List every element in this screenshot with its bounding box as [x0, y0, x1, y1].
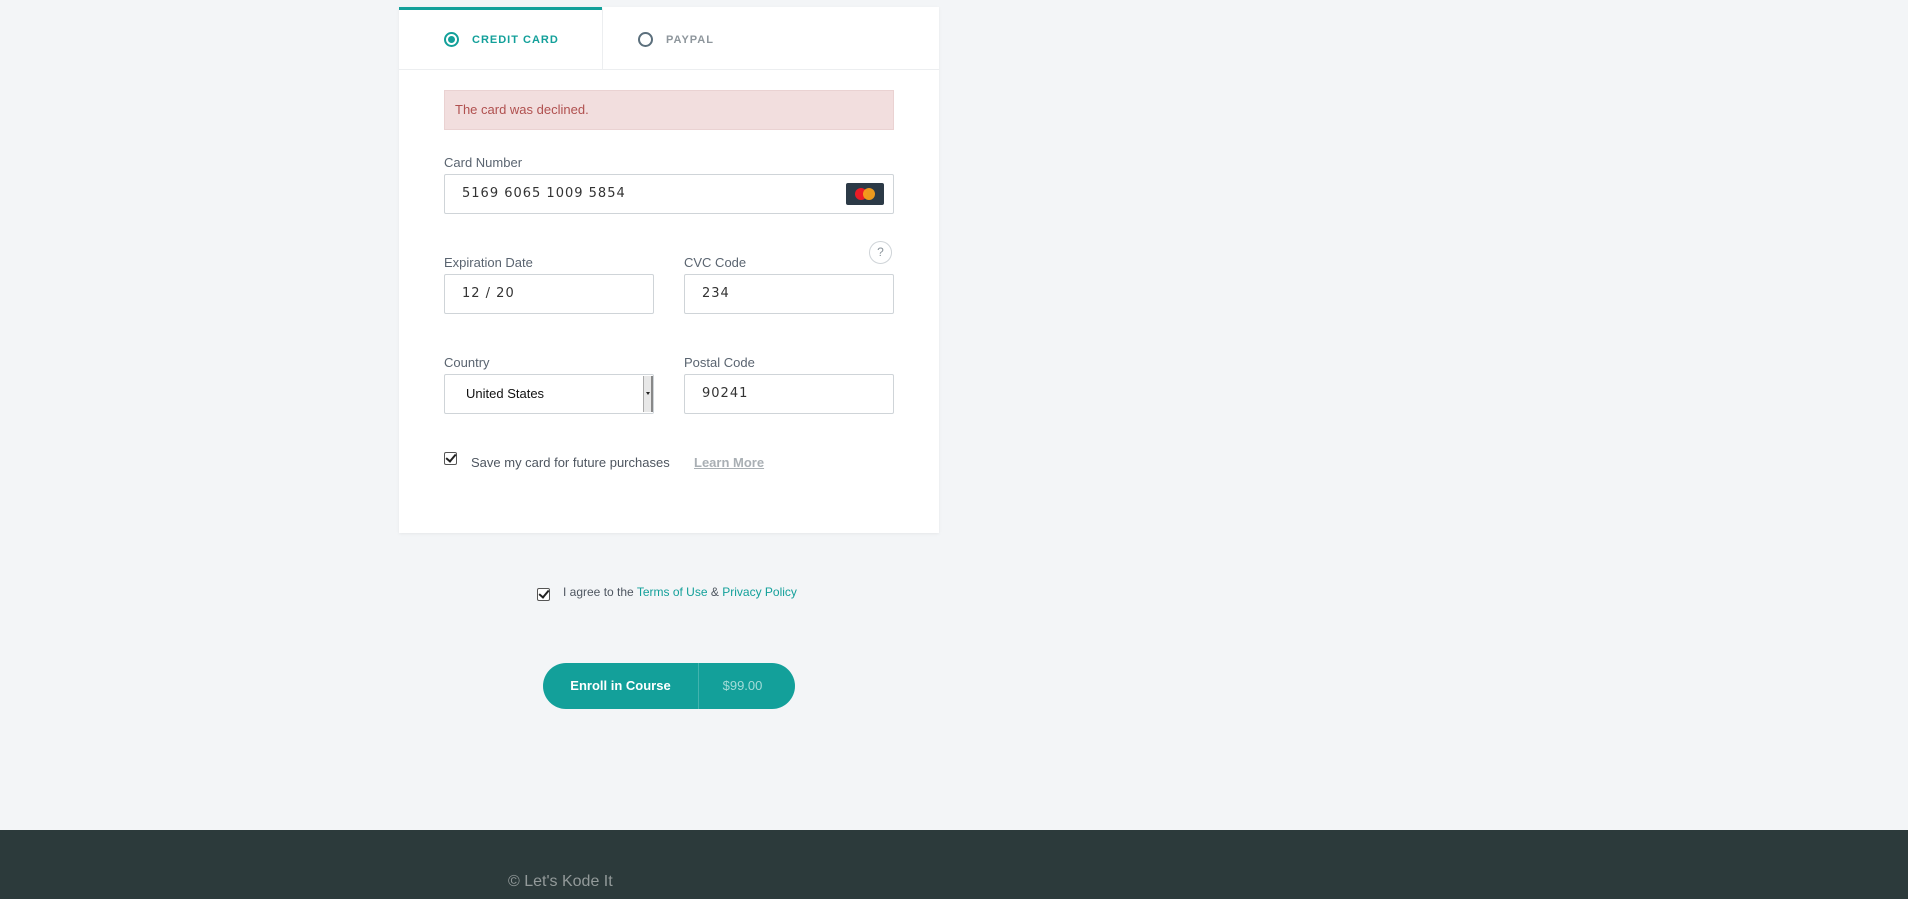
tab-credit-card-label: CREDIT CARD [472, 33, 559, 46]
save-card-label: Save my card for future purchases [471, 455, 670, 470]
agree-prefix: I agree to the [563, 585, 634, 599]
enroll-button[interactable]: Enroll in Course $99.00 [543, 663, 795, 709]
postal-code-value: 90241 [702, 386, 749, 401]
agree-terms-checkbox[interactable] [537, 588, 550, 601]
learn-more-link[interactable]: Learn More [694, 455, 764, 470]
card-declined-alert: The card was declined. [444, 90, 894, 130]
cvc-code-input[interactable]: 234 [684, 274, 894, 314]
cvc-code-label: CVC Code [684, 255, 747, 270]
copyright-text: © Let's Kode It [508, 873, 613, 890]
postal-code-label: Postal Code [684, 355, 755, 370]
expiration-date-label: Expiration Date [444, 255, 533, 270]
postal-code-input[interactable]: 90241 [684, 374, 894, 414]
cvc-help-icon[interactable]: ? [869, 241, 892, 264]
cvc-code-value: 234 [702, 286, 730, 301]
tab-paypal[interactable]: PAYPAL [602, 7, 939, 69]
payment-method-tabs: CREDIT CARD PAYPAL [399, 7, 939, 70]
tab-paypal-label: PAYPAL [666, 33, 714, 46]
card-number-value: 5169 6065 1009 5854 [462, 186, 626, 201]
country-selected-value: United States [466, 386, 545, 401]
enroll-price: $99.00 [722, 678, 763, 693]
card-number-input[interactable]: 5169 6065 1009 5854 [444, 174, 894, 214]
tab-credit-card[interactable]: CREDIT CARD [399, 7, 602, 69]
agree-ampersand: & [710, 585, 719, 599]
footer: © Let's Kode It [0, 830, 1908, 899]
mastercard-icon [846, 183, 884, 205]
save-card-checkbox[interactable] [444, 452, 457, 465]
country-label: Country [444, 355, 490, 370]
agree-terms-text: I agree to the Terms of Use & Privacy Po… [563, 585, 797, 599]
country-select[interactable]: United States [444, 374, 654, 414]
payment-card: CREDIT CARD PAYPAL The card was declined… [399, 7, 939, 533]
expiration-date-input[interactable]: 12 / 20 [444, 274, 654, 314]
enroll-button-label: Enroll in Course [570, 678, 671, 693]
expiration-date-value: 12 / 20 [462, 286, 515, 301]
credit-card-radio[interactable] [444, 32, 459, 47]
terms-of-use-link[interactable]: Terms of Use [637, 585, 708, 599]
card-number-label: Card Number [444, 155, 523, 170]
chevron-down-icon[interactable] [643, 376, 653, 412]
privacy-policy-link[interactable]: Privacy Policy [722, 585, 797, 599]
paypal-radio[interactable] [638, 32, 653, 47]
